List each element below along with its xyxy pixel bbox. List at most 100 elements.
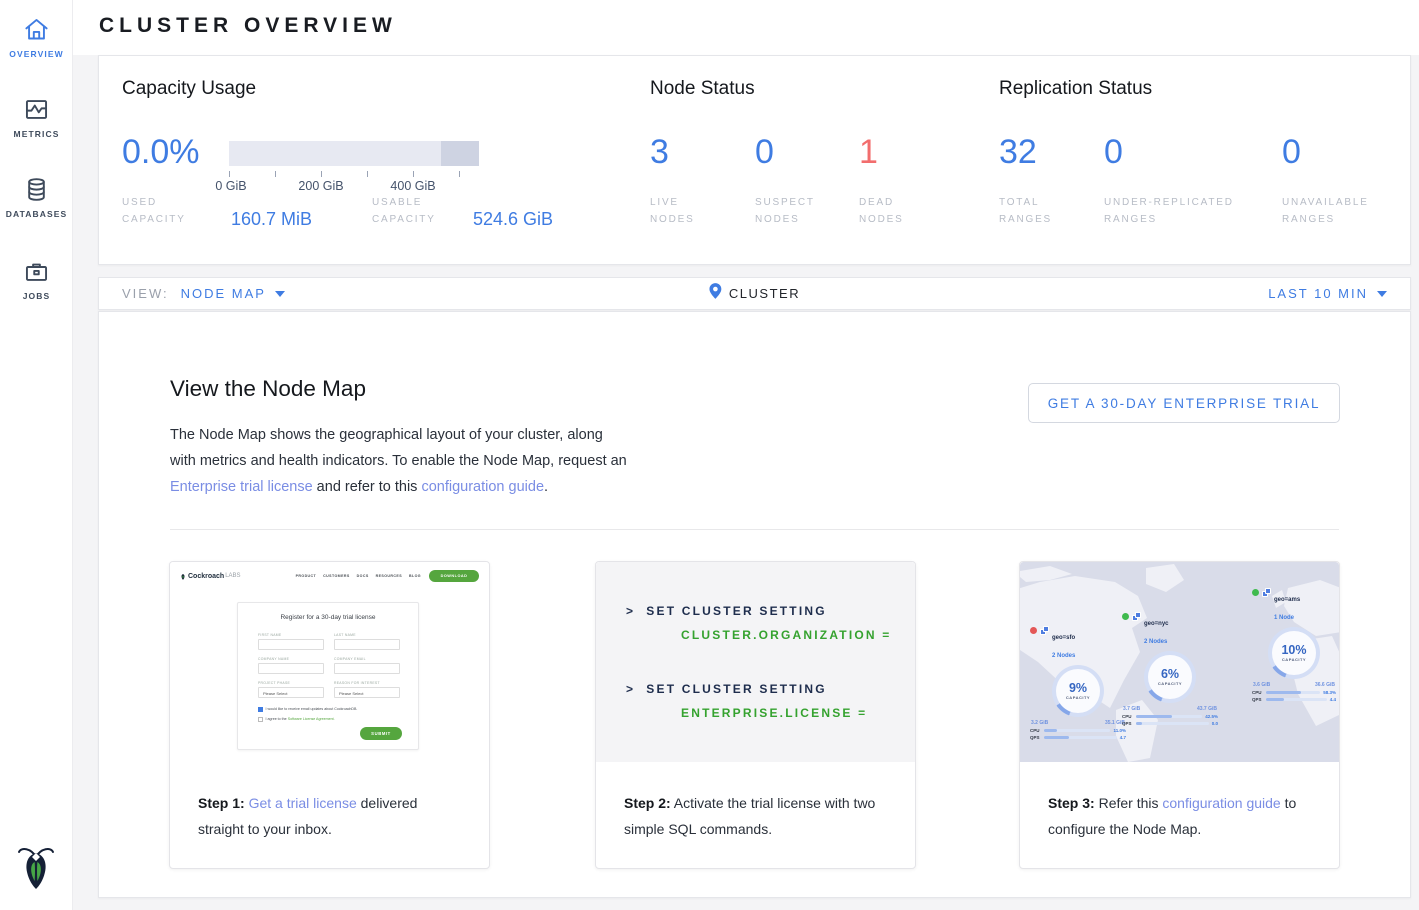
total-ranges-label: TOTAL RANGES [999,194,1079,228]
sql-license-setting: ENTERPRISE.LICENSE = [681,706,867,720]
node-map-thumbnail: geo=sfo 2 Nodes 9% CAPACITY 3.2 GiB35.1 … [1020,562,1339,762]
used-capacity: 3.7 GiB [1123,706,1140,712]
used-capacity-value: 160.7 MiB [231,209,312,230]
qps-value: 4.4 [1330,697,1336,702]
mini-site-nav: PRODUCT CUSTOMERS DOCS RESOURCES BLOG [296,574,421,578]
node-map-description: The Node Map shows the geographical layo… [170,422,628,500]
cpu-value: 42.5% [1205,714,1218,719]
map-pin-icon [709,283,721,304]
cpu-label: CPU [1252,690,1263,695]
mini-site-header: CockroachLABS PRODUCT CUSTOMERS DOCS RES… [180,568,479,584]
cluster-overview-page: OVERVIEW METRICS DATABASES [0,0,1419,910]
capacity-tick-200: 200 GiB [298,179,343,193]
capacity-bar [229,141,479,166]
registration-page-thumbnail: CockroachLABS PRODUCT CUSTOMERS DOCS RES… [170,562,489,762]
nodes-icon [1262,588,1271,597]
region-widget-nyc: geo=nyc 2 Nodes 6% CAPACITY 3.7 GiB 43.7 … [1122,612,1218,726]
sidebar-item-label: OVERVIEW [0,49,73,59]
capacity-donut: 10% CAPACITY [1268,627,1320,679]
sidebar-item-metrics[interactable]: METRICS [0,96,73,139]
unavailable-ranges-count: 0 [1282,132,1301,172]
capacity-label: CAPACITY [1282,657,1306,662]
text-field [258,639,324,650]
cpu-label: CPU [1030,728,1041,733]
step3-card: geo=sfo 2 Nodes 9% CAPACITY 3.2 GiB35.1 … [1019,561,1340,869]
registration-form: Register for a 30-day trial license FIRS… [237,602,419,750]
configuration-guide-link[interactable]: configuration guide [1162,795,1280,811]
nav-resources: RESOURCES [376,574,402,578]
capacity-axis-ticks [229,171,479,177]
chevron-down-icon[interactable] [275,291,285,297]
sql-prompt: > [626,682,635,696]
capacity-donut: 9% CAPACITY [1052,665,1104,717]
get-trial-license-link[interactable]: Get a trial license [249,795,357,811]
capacity-percent: 10% [1281,644,1306,657]
node-status-title: Node Status [650,78,755,100]
region-name: geo=nyc [1144,621,1169,627]
field-label: COMPANY NAME [258,657,289,661]
sidebar-item-jobs[interactable]: JOBS [0,258,73,301]
nodes-icon [1040,626,1049,635]
download-pill: DOWNLOAD [429,570,479,582]
configuration-guide-link[interactable]: configuration guide [421,479,544,495]
enterprise-trial-license-link[interactable]: Enterprise trial license [170,479,313,495]
license-agreement-link: Software License Agreement. [288,717,335,721]
capacity-percent: 6% [1161,668,1179,681]
section-heading: View the Node Map [170,376,366,402]
capacity-percent: 0.0% [122,132,200,172]
sidebar-item-overview[interactable]: OVERVIEW [0,16,73,59]
form-title: Register for a 30-day trial license [238,614,418,621]
text-field [258,663,324,674]
total-capacity: 36.6 GiB [1315,682,1335,688]
select-field: Please Select [334,687,400,698]
region-node-count: 1 Node [1274,615,1294,621]
capacity-label: CAPACITY [1158,681,1182,686]
used-capacity: 3.6 GiB [1253,682,1270,688]
chevron-down-icon[interactable] [1377,291,1387,297]
live-nodes-label: LIVE NODES [650,194,725,228]
under-replicated-ranges-count: 0 [1104,132,1123,172]
nav-blog: BLOG [409,574,421,578]
view-label: VIEW: [122,286,169,301]
enterprise-trial-button[interactable]: GET A 30-DAY ENTERPRISE TRIAL [1028,383,1340,423]
total-capacity: 43.7 GiB [1197,706,1217,712]
capacity-tick-400: 400 GiB [390,179,435,193]
suspect-nodes-count: 0 [755,132,774,172]
capacity-usage-title: Capacity Usage [122,78,256,100]
breadcrumb-cluster[interactable]: CLUSTER [729,286,800,301]
unavailable-ranges-label: UNAVAILABLE RANGES [1282,194,1402,228]
checkbox-label: I agree to the [266,717,288,721]
description-text: The Node Map shows the geographical layo… [170,427,627,469]
logo-text: Cockroach [188,573,224,580]
live-status-icon [1252,589,1259,596]
select-field: Please Select [258,687,324,698]
dead-nodes-count: 1 [859,132,878,172]
usable-capacity-value: 524.6 GiB [473,209,553,230]
step-label: Step 3: [1048,795,1095,811]
under-replicated-ranges-label: UNDER-REPLICATED RANGES [1104,194,1279,228]
nodes-icon [1132,612,1141,621]
cpu-value: 58.3% [1323,690,1336,695]
qps-value: 4.7 [1120,735,1126,740]
home-icon [0,16,73,43]
step1-caption: Step 1: Get a trial license delivered st… [198,790,467,842]
cpu-value: 11.0% [1113,728,1126,733]
nav-customers: CUSTOMERS [323,574,350,578]
region-widget-sfo: geo=sfo 2 Nodes 9% CAPACITY 3.2 GiB35.1 … [1030,626,1126,740]
view-selector[interactable]: NODE MAP [181,286,266,301]
region-node-count: 2 Nodes [1144,639,1167,645]
field-label: PROJECT PHASE [258,681,290,685]
time-range-selector[interactable]: LAST 10 MIN [1268,286,1368,301]
view-bar: VIEW: NODE MAP CLUSTER LAST 10 MIN [98,277,1411,310]
sql-command: SET CLUSTER SETTING [646,604,826,618]
capacity-donut: 6% CAPACITY [1144,651,1196,703]
region-name: geo=sfo [1052,635,1075,641]
nav-product: PRODUCT [296,574,317,578]
sidebar-item-databases[interactable]: DATABASES [0,176,73,219]
sidebar: OVERVIEW METRICS DATABASES [0,0,73,910]
qps-label: QPS [1030,735,1041,740]
text-field [334,663,400,674]
qps-value: 0.0 [1212,721,1218,726]
replication-status-title: Replication Status [999,78,1152,100]
sidebar-item-label: DATABASES [0,209,73,219]
